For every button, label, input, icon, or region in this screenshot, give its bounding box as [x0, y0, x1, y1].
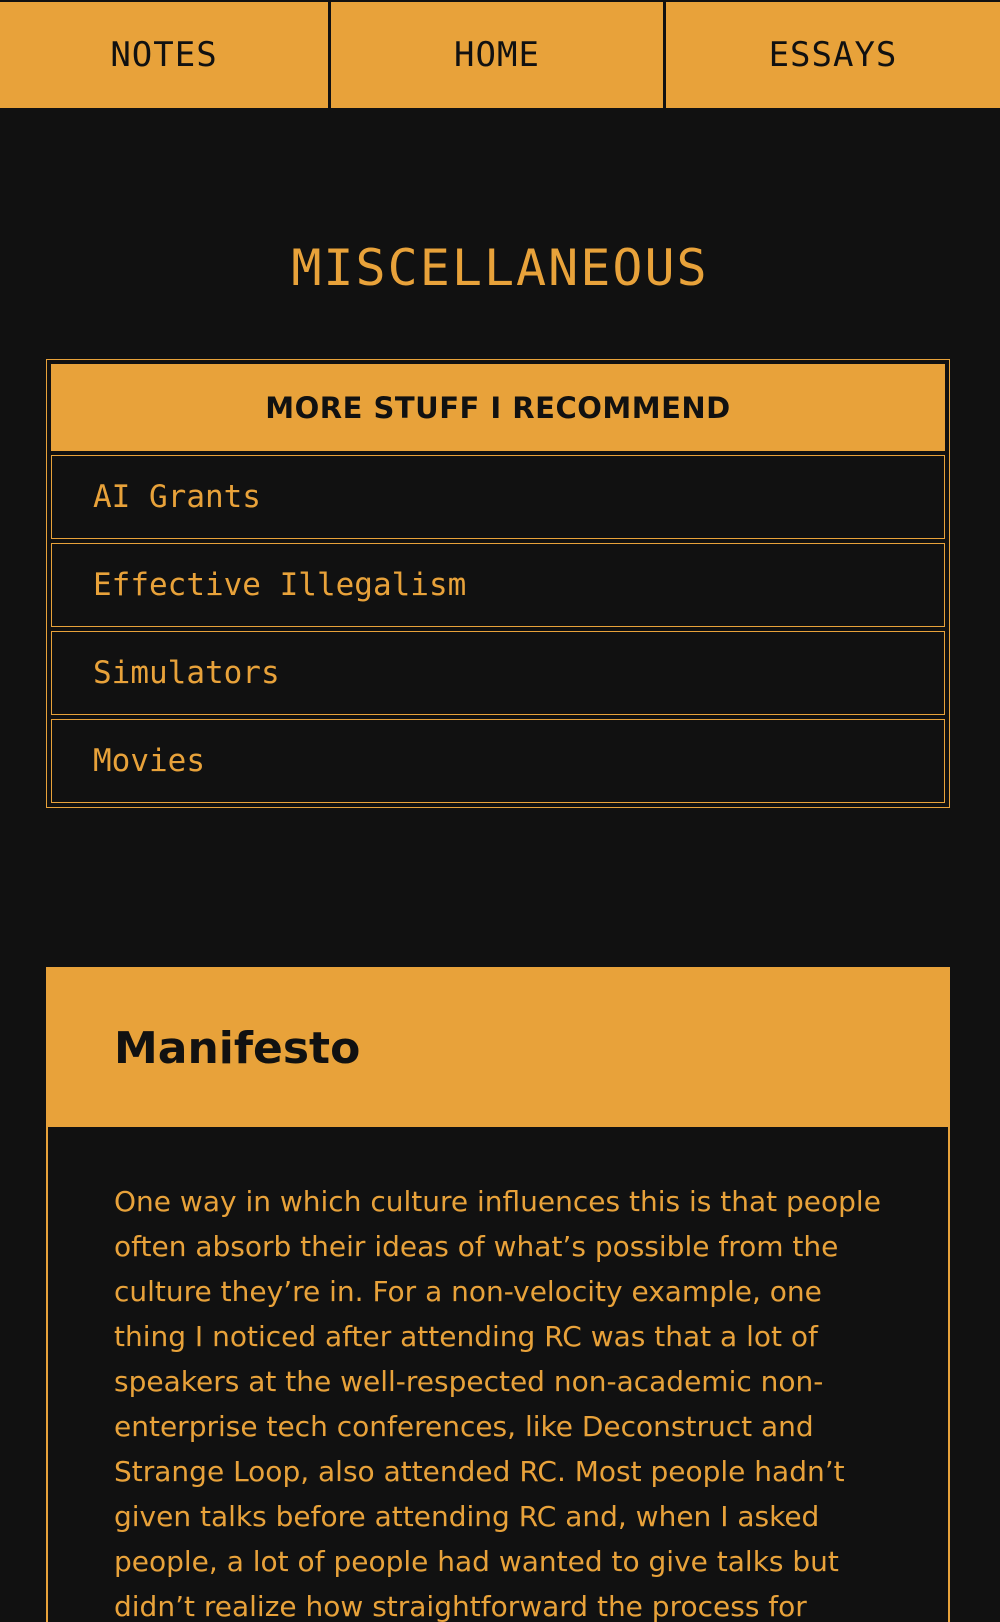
nav-tab-home[interactable]: HOME — [331, 0, 663, 108]
recommendation-link-simulators[interactable]: Simulators — [51, 631, 945, 715]
top-nav: NOTES HOME ESSAYS — [0, 0, 1000, 110]
manifesto-body-text: One way in which culture influences this… — [114, 1185, 881, 1622]
recommendation-link-movies[interactable]: Movies — [51, 719, 945, 803]
recommendations-header: MORE STUFF I RECOMMEND — [51, 364, 945, 451]
recommendation-link-ai-grants[interactable]: AI Grants — [51, 455, 945, 539]
nav-tab-notes[interactable]: NOTES — [0, 0, 328, 108]
recommendations-box: MORE STUFF I RECOMMEND AI Grants Effecti… — [46, 359, 950, 808]
manifesto-title: Manifesto — [48, 969, 948, 1127]
nav-tab-essays[interactable]: ESSAYS — [666, 0, 1000, 108]
page-title: MISCELLANEOUS — [291, 239, 709, 297]
manifesto-card: Manifesto One way in which culture influ… — [46, 967, 950, 1622]
recommendation-link-effective-illegalism[interactable]: Effective Illegalism — [51, 543, 945, 627]
